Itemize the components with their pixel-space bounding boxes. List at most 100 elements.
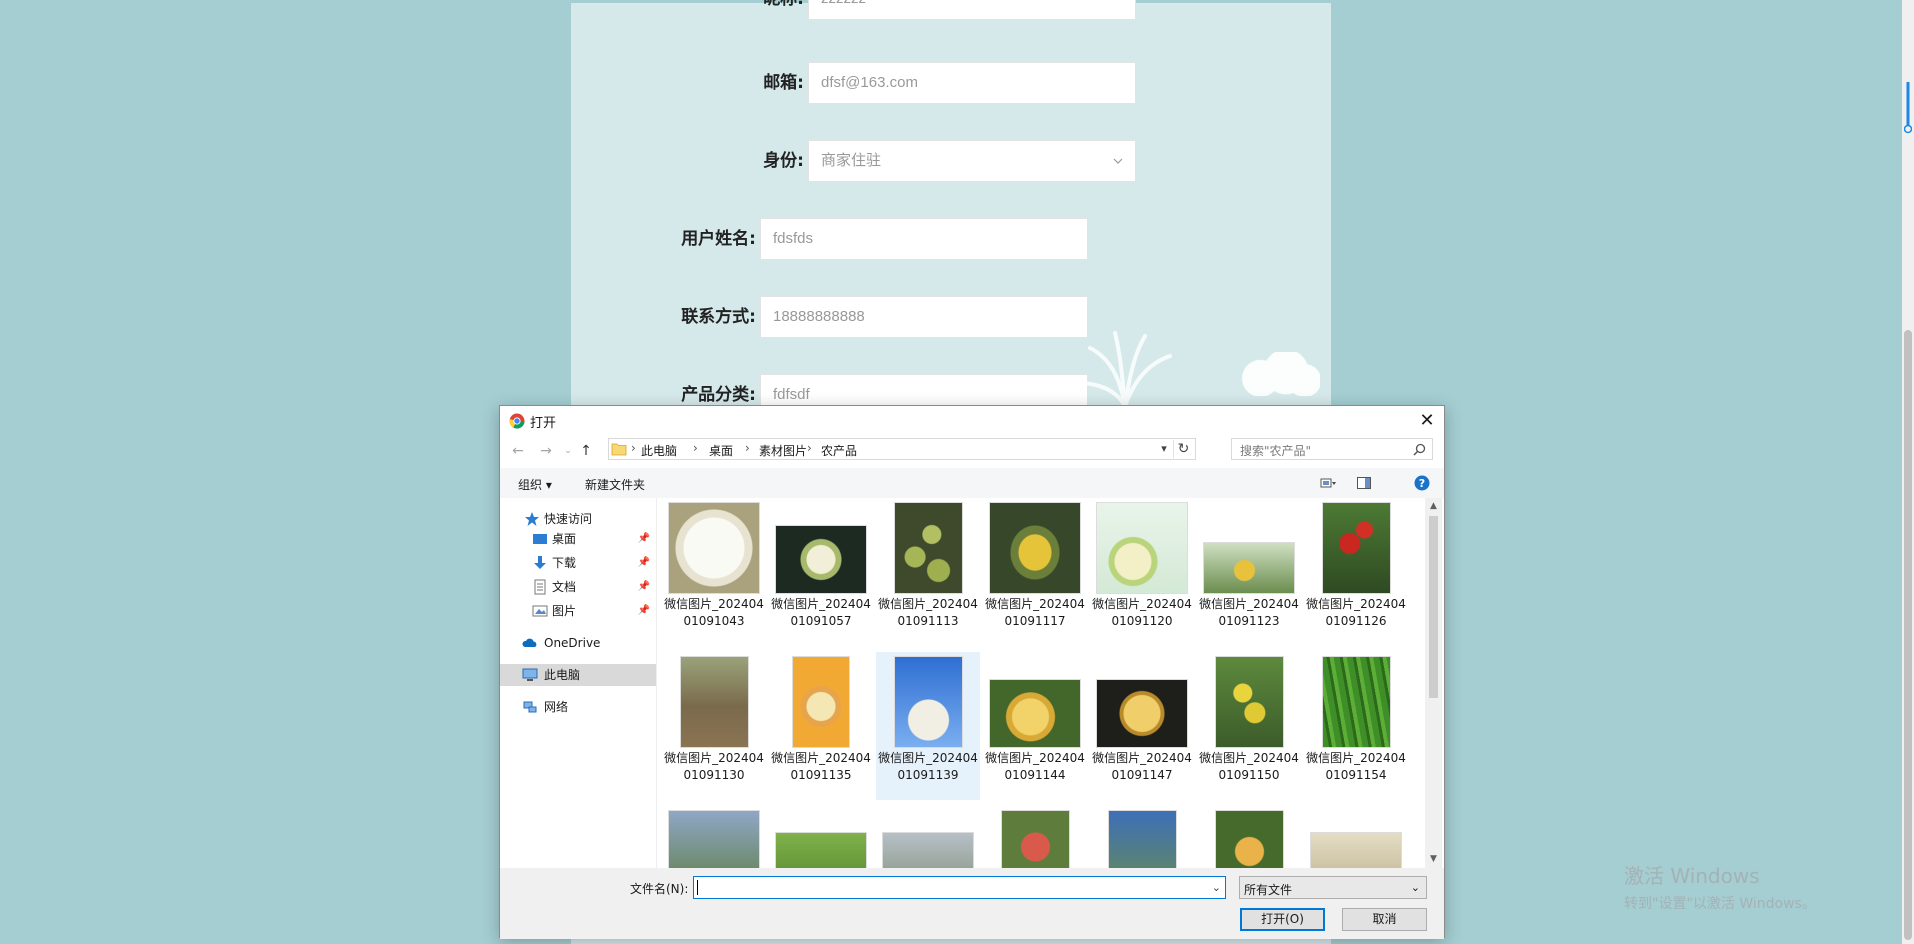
- view-options-icon[interactable]: [1320, 475, 1336, 491]
- file-name: 微信图片_20240401091147: [1092, 751, 1192, 782]
- scroll-up-icon[interactable]: ▲: [1425, 498, 1442, 515]
- breadcrumb-material-images[interactable]: 素材图片: [759, 442, 807, 459]
- file-grid-scrollbar[interactable]: ▲ ▼: [1425, 498, 1442, 868]
- up-button[interactable]: ↑: [578, 442, 594, 460]
- refresh-icon[interactable]: ↻: [1173, 440, 1193, 458]
- email-input[interactable]: dfsf@163.com: [808, 62, 1136, 104]
- filename-input[interactable]: ⌄: [693, 876, 1226, 899]
- address-dropdown-icon[interactable]: ▾: [1157, 442, 1171, 455]
- file-item[interactable]: [876, 806, 980, 868]
- nav-downloads[interactable]: 下载 📌: [500, 552, 656, 574]
- username-input[interactable]: fdsfds: [760, 218, 1088, 260]
- file-name: 微信图片_20240401091113: [878, 597, 978, 628]
- pin-icon: 📌: [637, 581, 650, 592]
- nav-documents[interactable]: 文档 📌: [500, 576, 656, 598]
- file-thumbnail: [775, 832, 867, 868]
- file-item[interactable]: 微信图片_20240401091130: [662, 652, 766, 800]
- file-thumbnail: [1310, 832, 1402, 868]
- file-item[interactable]: 微信图片_20240401091123: [1197, 498, 1301, 646]
- file-item[interactable]: 微信图片_20240401091150: [1197, 652, 1301, 800]
- breadcrumb-desktop[interactable]: 桌面: [709, 442, 733, 459]
- chevron-down-icon[interactable]: ⌄: [1212, 881, 1221, 894]
- page-scrollbar[interactable]: [1902, 0, 1914, 944]
- file-item[interactable]: 微信图片_20240401091144: [983, 652, 1087, 800]
- file-item[interactable]: 微信图片_20240401091043: [662, 498, 766, 646]
- recent-locations-button[interactable]: ⌄: [560, 442, 576, 460]
- forward-button[interactable]: →: [538, 442, 554, 460]
- file-item[interactable]: 微信图片_20240401091120: [1090, 498, 1194, 646]
- help-icon[interactable]: ?: [1414, 475, 1430, 491]
- file-item[interactable]: 微信图片_20240401091117: [983, 498, 1087, 646]
- scroll-down-icon[interactable]: ▼: [1425, 851, 1442, 868]
- file-item[interactable]: 微信图片_20240401091113: [876, 498, 980, 646]
- breadcrumb-farm-products[interactable]: 农产品: [821, 442, 857, 459]
- computer-icon: [522, 668, 538, 681]
- download-icon: [534, 556, 546, 569]
- desktop-icon: [533, 534, 547, 544]
- scrollbar-thumb[interactable]: [1429, 516, 1438, 698]
- breadcrumb-separator-icon: ›: [745, 441, 750, 455]
- chevron-down-icon: ⌄: [1410, 881, 1420, 894]
- file-item[interactable]: 微信图片_20240401091154: [1304, 652, 1408, 800]
- email-label: 邮箱:: [763, 73, 804, 93]
- pin-icon: 📌: [637, 557, 650, 568]
- side-slider-knob[interactable]: [1904, 82, 1912, 134]
- nav-label: 桌面: [552, 532, 577, 546]
- file-name: 微信图片_20240401091126: [1306, 597, 1406, 628]
- file-name: 微信图片_20240401091123: [1199, 597, 1299, 628]
- file-type-value: 所有文件: [1244, 883, 1293, 897]
- nav-onedrive[interactable]: OneDrive: [500, 632, 656, 654]
- breadcrumb-separator-icon: ›: [807, 441, 812, 455]
- dialog-titlebar[interactable]: 打开 ✕: [500, 406, 1444, 436]
- search-icon: [1413, 443, 1426, 456]
- file-thumbnail: [775, 525, 867, 594]
- file-item-selected[interactable]: 微信图片_20240401091139: [876, 652, 980, 800]
- breadcrumb-this-pc[interactable]: 此电脑: [641, 442, 677, 459]
- file-item[interactable]: [662, 806, 766, 868]
- file-type-select[interactable]: 所有文件 ⌄: [1239, 876, 1427, 899]
- file-item[interactable]: 微信图片_20240401091135: [769, 652, 873, 800]
- nav-this-pc[interactable]: 此电脑: [500, 664, 656, 686]
- file-item[interactable]: [1090, 806, 1194, 868]
- file-thumbnail: [1108, 810, 1177, 868]
- username-label: 用户姓名:: [681, 229, 756, 249]
- cancel-button[interactable]: 取消: [1342, 908, 1427, 931]
- nickname-input[interactable]: zzzzzz: [808, 0, 1136, 20]
- watermark-line1: 激活 Windows: [1624, 864, 1760, 888]
- file-item[interactable]: 微信图片_20240401091126: [1304, 498, 1408, 646]
- page-scrollbar-thumb[interactable]: [1904, 330, 1912, 940]
- pin-icon: 📌: [637, 533, 650, 544]
- nav-desktop[interactable]: 桌面 📌: [500, 528, 656, 550]
- open-button[interactable]: 打开(O): [1240, 908, 1325, 931]
- nav-pictures[interactable]: 图片 📌: [500, 600, 656, 622]
- preview-pane-icon[interactable]: [1356, 475, 1372, 491]
- pin-icon: 📌: [637, 605, 650, 616]
- file-name: 微信图片_20240401091144: [985, 751, 1085, 782]
- new-folder-button[interactable]: 新建文件夹: [585, 476, 645, 493]
- nav-label: 图片: [552, 604, 577, 618]
- file-item[interactable]: [983, 806, 1087, 868]
- navigation-pane: 快速访问 桌面 📌 下载 📌 文档 📌 图片 📌 OneDrive 此电脑 网络: [500, 498, 657, 868]
- arrow-up-icon: ↑: [580, 443, 592, 459]
- search-input[interactable]: 搜索"农产品": [1231, 438, 1433, 460]
- address-bar[interactable]: › 此电脑 › 桌面 › 素材图片 › 农产品 ▾ ↻: [608, 438, 1196, 460]
- file-item[interactable]: [1304, 806, 1408, 868]
- contact-input[interactable]: 18888888888: [760, 296, 1088, 338]
- file-item[interactable]: 微信图片_20240401091057: [769, 498, 873, 646]
- file-name: 微信图片_20240401091043: [664, 597, 764, 628]
- nav-network[interactable]: 网络: [500, 696, 656, 718]
- organize-menu[interactable]: 组织 ▾: [518, 476, 552, 493]
- file-item[interactable]: [769, 806, 873, 868]
- search-placeholder: 搜索"农产品": [1240, 444, 1312, 458]
- file-item[interactable]: [1197, 806, 1301, 868]
- fountain-decoration: [1076, 331, 1172, 408]
- close-button[interactable]: ✕: [1416, 410, 1438, 432]
- file-thumbnail: [1096, 679, 1188, 748]
- file-thumbnail: [1215, 656, 1284, 748]
- identity-select[interactable]: 商家住驻: [808, 140, 1136, 182]
- nav-quick-access[interactable]: 快速访问: [500, 508, 656, 530]
- file-name: 微信图片_20240401091120: [1092, 597, 1192, 628]
- contact-label: 联系方式:: [681, 307, 756, 327]
- file-item[interactable]: 微信图片_20240401091147: [1090, 652, 1194, 800]
- back-button[interactable]: ←: [510, 442, 526, 460]
